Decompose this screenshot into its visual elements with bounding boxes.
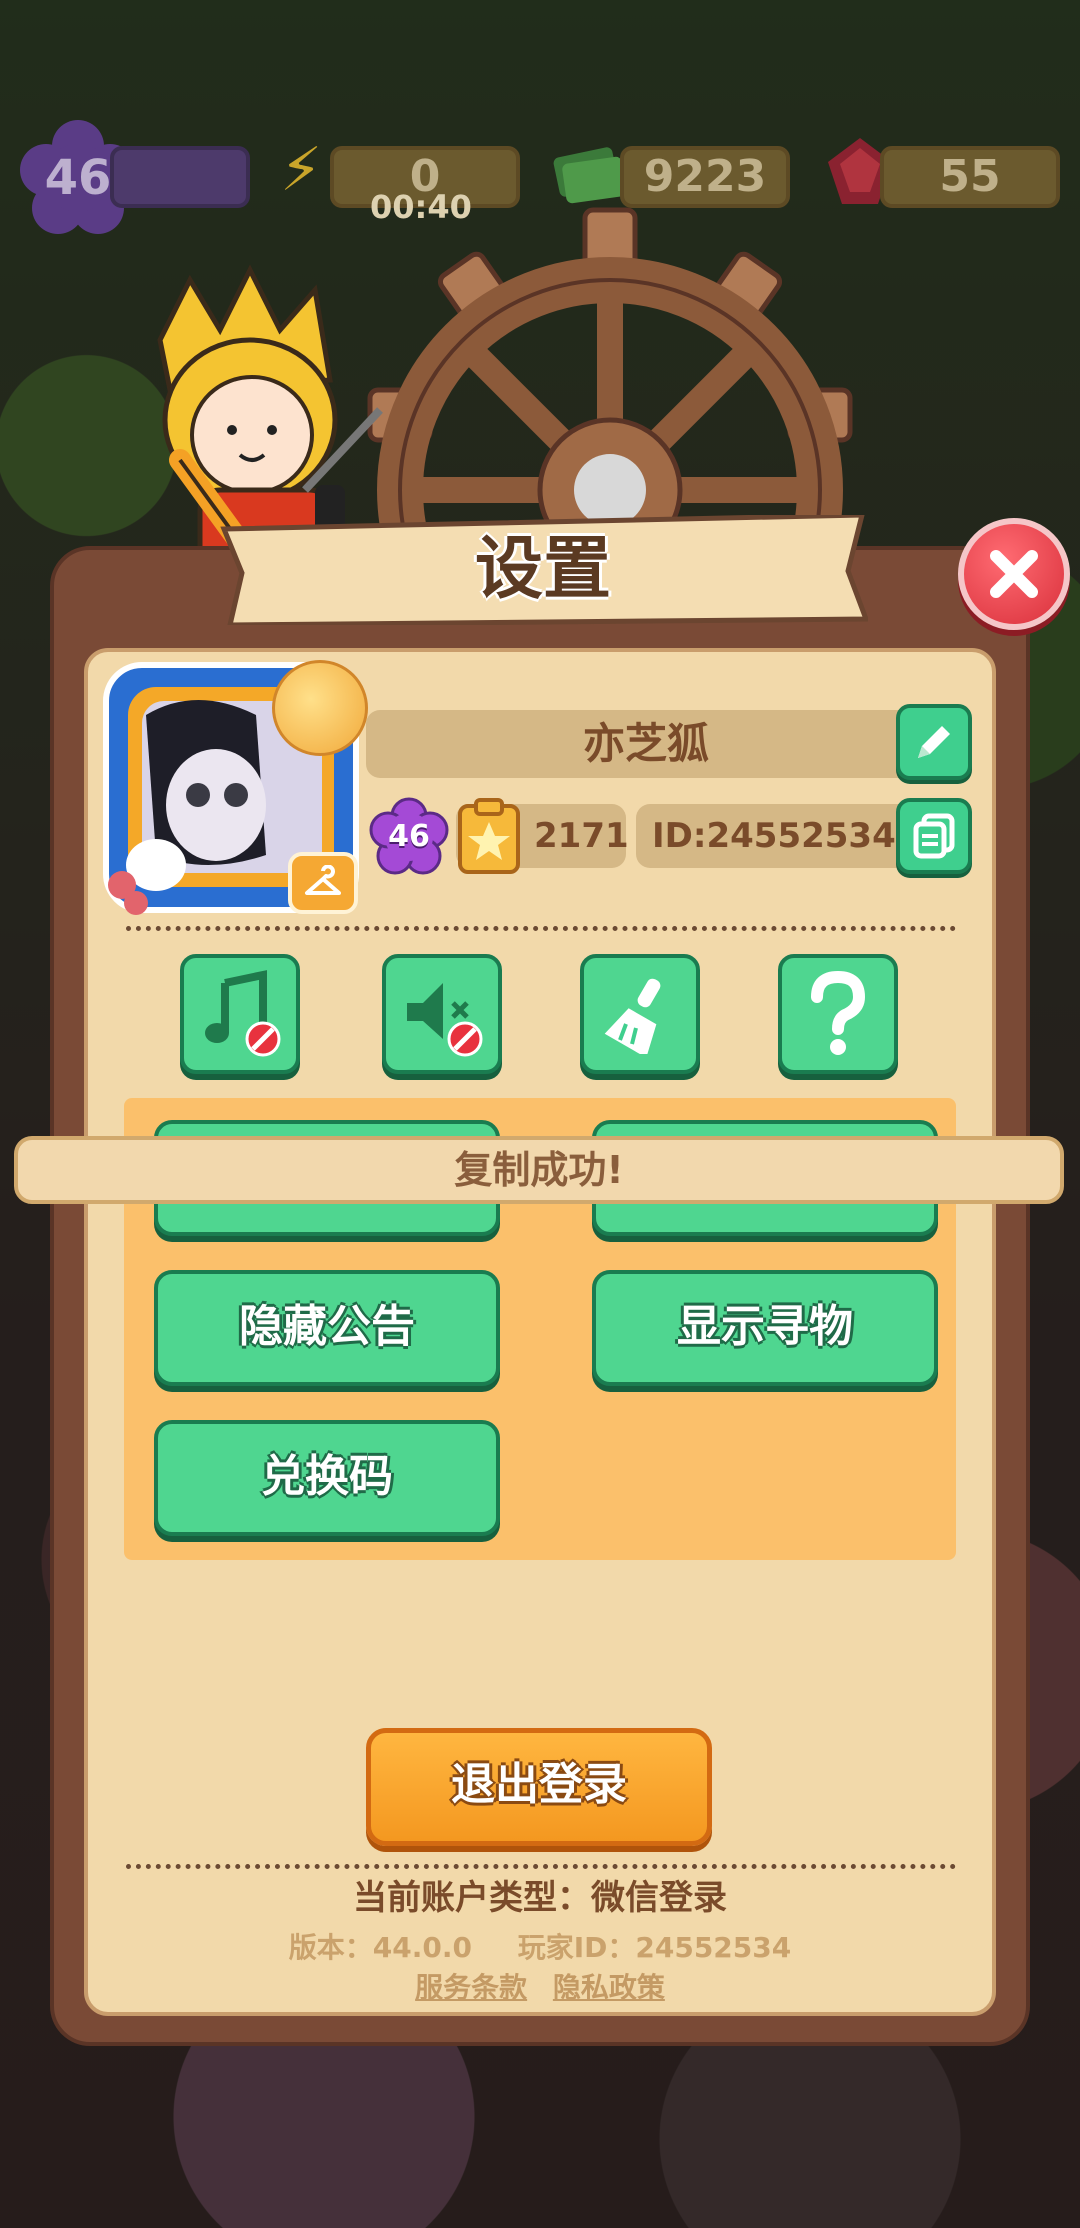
moon-decoration (272, 660, 368, 756)
sound-off-icon (407, 983, 483, 1057)
music-off-icon (205, 970, 281, 1057)
close-button[interactable] (958, 518, 1070, 630)
music-toggle-button[interactable] (180, 954, 300, 1074)
copy-id-button[interactable] (896, 798, 972, 874)
energy-icon: ⚡ (280, 135, 323, 205)
player-level: 46 (388, 819, 430, 854)
gem-bar[interactable]: 55 (880, 146, 1060, 208)
panel-title: 设置 (474, 530, 611, 609)
question-mark-icon (811, 970, 866, 1055)
copy-icon (913, 813, 955, 859)
divider-bottom (126, 1864, 956, 1869)
broom-icon (604, 978, 661, 1054)
copy-success-toast: 复制成功! (14, 1136, 1064, 1204)
edit-name-button[interactable] (896, 704, 972, 780)
help-button[interactable] (778, 954, 898, 1074)
player-name: 亦芝狐 (366, 710, 926, 778)
hud-level-text: 46 (44, 150, 112, 206)
hanger-icon (305, 865, 341, 895)
sound-toggle-button[interactable] (382, 954, 502, 1074)
version-info: 版本：44.0.0 玩家ID：24552534 (84, 1926, 996, 1966)
pencil-icon (918, 726, 950, 758)
policy-links: 服务条款 隐私政策 (84, 1966, 996, 2006)
logout-button[interactable]: 退出登录 (366, 1728, 712, 1846)
wardrobe-button[interactable] (288, 852, 358, 914)
version-label: 版本：44.0.0 (288, 1931, 472, 1964)
gem-value: 55 (939, 151, 1001, 202)
show-find-button[interactable]: 显示寻物 (592, 1270, 938, 1386)
player-id-field: ID:24552534 (636, 804, 926, 868)
hide-notice-button[interactable]: 隐藏公告 (154, 1270, 500, 1386)
player-id-label: 玩家ID：24552534 (517, 1931, 792, 1964)
score-value: 2171 (534, 816, 629, 856)
privacy-link[interactable]: 隐私政策 (553, 1971, 665, 2004)
clipboard-star-icon (458, 798, 520, 874)
redeem-code-button[interactable]: 兑换码 (154, 1420, 500, 1536)
terms-link[interactable]: 服务条款 (415, 1971, 527, 2004)
clean-cache-button[interactable] (580, 954, 700, 1074)
divider-top (126, 926, 956, 931)
account-type-label: 当前账户类型：微信登录 (353, 1878, 727, 1918)
close-icon (990, 550, 1038, 598)
